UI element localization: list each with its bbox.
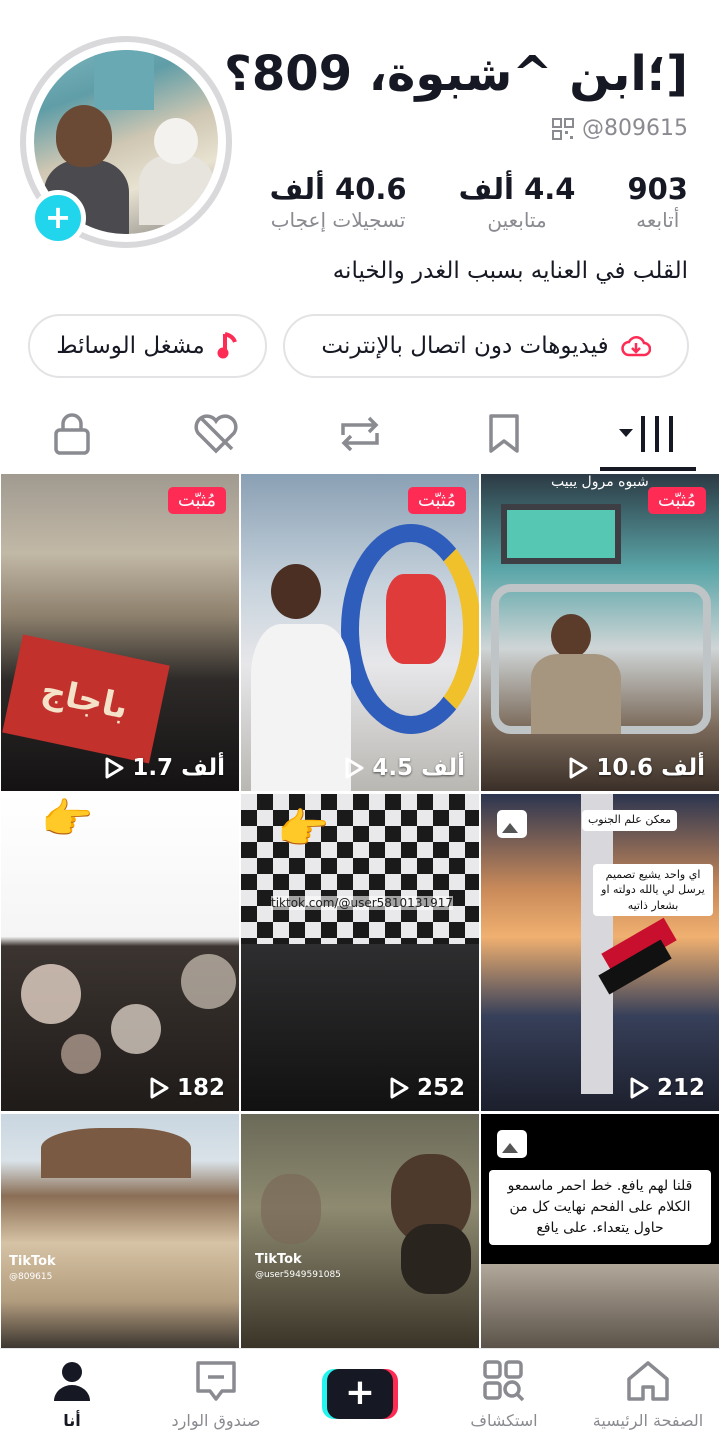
- watermark-user: @809615: [9, 1272, 53, 1282]
- video-thumbnail[interactable]: مُثبّت شبوه مرول يبيب 10.6 ألف: [481, 474, 719, 791]
- play-icon: [150, 1077, 169, 1099]
- view-count: 4.5 ألف: [241, 755, 465, 781]
- media-player-button[interactable]: مشغل الوسائط: [28, 314, 267, 378]
- tab-private[interactable]: [38, 400, 106, 468]
- grid-icon: [619, 416, 673, 452]
- tab-videos[interactable]: [600, 400, 696, 468]
- profile-icon: [54, 1362, 90, 1401]
- video-thumbnail[interactable]: TikTok @809615: [1, 1114, 239, 1348]
- nav-inbox-label: صندوق الوارد: [171, 1411, 261, 1430]
- music-note-icon: [217, 332, 237, 359]
- stat-followers[interactable]: 4.4 ألف متابعين: [459, 172, 576, 232]
- profile-bio: القلب في العنايه بسبب الغدر والخيانه: [332, 258, 688, 284]
- qr-code-icon: [552, 117, 575, 140]
- lock-icon: [54, 413, 90, 455]
- tab-reposts[interactable]: [326, 400, 394, 468]
- video-thumbnail[interactable]: 👉 tiktok.com/@user5810131917 252: [241, 794, 479, 1111]
- active-tab-indicator: [600, 467, 696, 471]
- view-count: 252: [241, 1075, 465, 1101]
- home-icon: [627, 1361, 669, 1401]
- tiktok-watermark: TikTok: [9, 1254, 56, 1269]
- pinned-badge: مُثبّت: [647, 487, 706, 514]
- video-caption: شبوه مرول يبيب: [551, 474, 649, 490]
- add-story-plus-icon[interactable]: +: [30, 190, 86, 246]
- tab-favorites[interactable]: [470, 400, 538, 468]
- stat-followers-value: 4.4 ألف: [458, 172, 576, 206]
- view-count: 212: [481, 1075, 705, 1101]
- offline-videos-label: فيديوهات دون اتصال بالإنترنت: [321, 333, 609, 359]
- view-count-value: 1.7 ألف: [132, 755, 225, 781]
- tab-liked[interactable]: [182, 400, 250, 468]
- video-thumbnail[interactable]: معكن علم الجنوب اي واحد يشيع تصميم يرسل …: [481, 794, 719, 1111]
- play-icon: [105, 757, 124, 779]
- watermark-user: @user5949591085: [255, 1270, 341, 1280]
- offline-videos-button[interactable]: فيديوهات دون اتصال بالإنترنت: [283, 314, 689, 378]
- tiktok-watermark: TikTok: [255, 1252, 302, 1267]
- video-thumbnail[interactable]: TikTok @user5949591085: [241, 1114, 479, 1348]
- stat-followers-label: متابعين: [487, 208, 547, 232]
- pointing-hand-icon: 👉: [41, 794, 94, 843]
- photo-post-icon: [497, 1130, 527, 1158]
- overlay-text: قلنا لهم يافع. خط احمر ماسمعو الكلام على…: [489, 1170, 711, 1245]
- profile-avatar[interactable]: +: [20, 36, 232, 248]
- inbox-icon: [196, 1361, 236, 1401]
- stat-following-value: 903: [627, 172, 688, 206]
- bookmark-icon: [489, 414, 519, 453]
- profile-display-name: [؛ابن ^شبوة، 809؟: [224, 46, 688, 102]
- nav-home[interactable]: الصفحة الرئيسية: [576, 1359, 720, 1430]
- nav-inbox[interactable]: صندوق الوارد: [144, 1359, 288, 1430]
- nav-discover-label: استكشاف: [470, 1411, 538, 1430]
- stat-following-label: أتابعه: [636, 208, 680, 232]
- cloud-download-icon: [620, 336, 651, 357]
- overlay-text: اي واحد يشيع تصميم يرسل لي يالله دولته ا…: [593, 864, 713, 917]
- profile-stats: 40.6 ألف تسجيلات إعجاب 4.4 ألف متابعين 9…: [270, 172, 688, 232]
- play-icon: [569, 757, 588, 779]
- heart-hidden-icon: [194, 414, 238, 454]
- stat-likes-label: تسجيلات إعجاب: [270, 208, 406, 232]
- photo-post-icon: [497, 810, 527, 838]
- view-count-value: 4.5 ألف: [372, 755, 465, 781]
- video-thumbnail[interactable]: 👉 182: [1, 794, 239, 1111]
- play-icon: [630, 1077, 649, 1099]
- view-count-value: 10.6 ألف: [596, 755, 705, 781]
- view-count: 182: [1, 1075, 225, 1101]
- create-plus-icon: +: [327, 1369, 393, 1419]
- profile-handle: @809615: [582, 116, 688, 141]
- view-count: 1.7 ألف: [1, 755, 225, 781]
- overlay-text: tiktok.com/@user5810131917: [271, 896, 453, 910]
- profile-tabs: [0, 400, 720, 472]
- video-thumbnail[interactable]: مُثبّت 4.5 ألف: [241, 474, 479, 791]
- view-count-value: 252: [416, 1075, 465, 1101]
- view-count-value: 182: [176, 1075, 225, 1101]
- nav-profile[interactable]: أنا: [0, 1359, 144, 1430]
- create-button[interactable]: +: [322, 1369, 398, 1419]
- pointing-hand-icon: 👉: [277, 804, 330, 853]
- photo-thumbnail[interactable]: قلنا لهم يافع. خط احمر ماسمعو الكلام على…: [481, 1114, 719, 1348]
- video-thumbnail[interactable]: باجاج مُثبّت 1.7 ألف: [1, 474, 239, 791]
- stat-following[interactable]: 903 أتابعه: [627, 172, 688, 232]
- nav-profile-label: أنا: [63, 1411, 81, 1430]
- repost-icon: [341, 416, 379, 452]
- bottom-nav: الصفحة الرئيسية استكشاف + صندوق الوارد أ…: [0, 1348, 720, 1432]
- pinned-badge: مُثبّت: [407, 487, 466, 514]
- overlay-badge: معكن علم الجنوب: [581, 810, 677, 831]
- discover-icon: [483, 1360, 525, 1402]
- view-count: 10.6 ألف: [481, 755, 705, 781]
- pinned-badge: مُثبّت: [167, 487, 226, 514]
- stat-likes-value: 40.6 ألف: [269, 172, 407, 206]
- profile-handle-row[interactable]: @809615: [552, 116, 688, 141]
- nav-home-label: الصفحة الرئيسية: [592, 1411, 704, 1430]
- view-count-value: 212: [656, 1075, 705, 1101]
- play-icon: [390, 1077, 409, 1099]
- stat-likes[interactable]: 40.6 ألف تسجيلات إعجاب: [270, 172, 407, 232]
- media-player-label: مشغل الوسائط: [56, 333, 205, 359]
- play-icon: [345, 757, 364, 779]
- nav-discover[interactable]: استكشاف: [432, 1359, 576, 1430]
